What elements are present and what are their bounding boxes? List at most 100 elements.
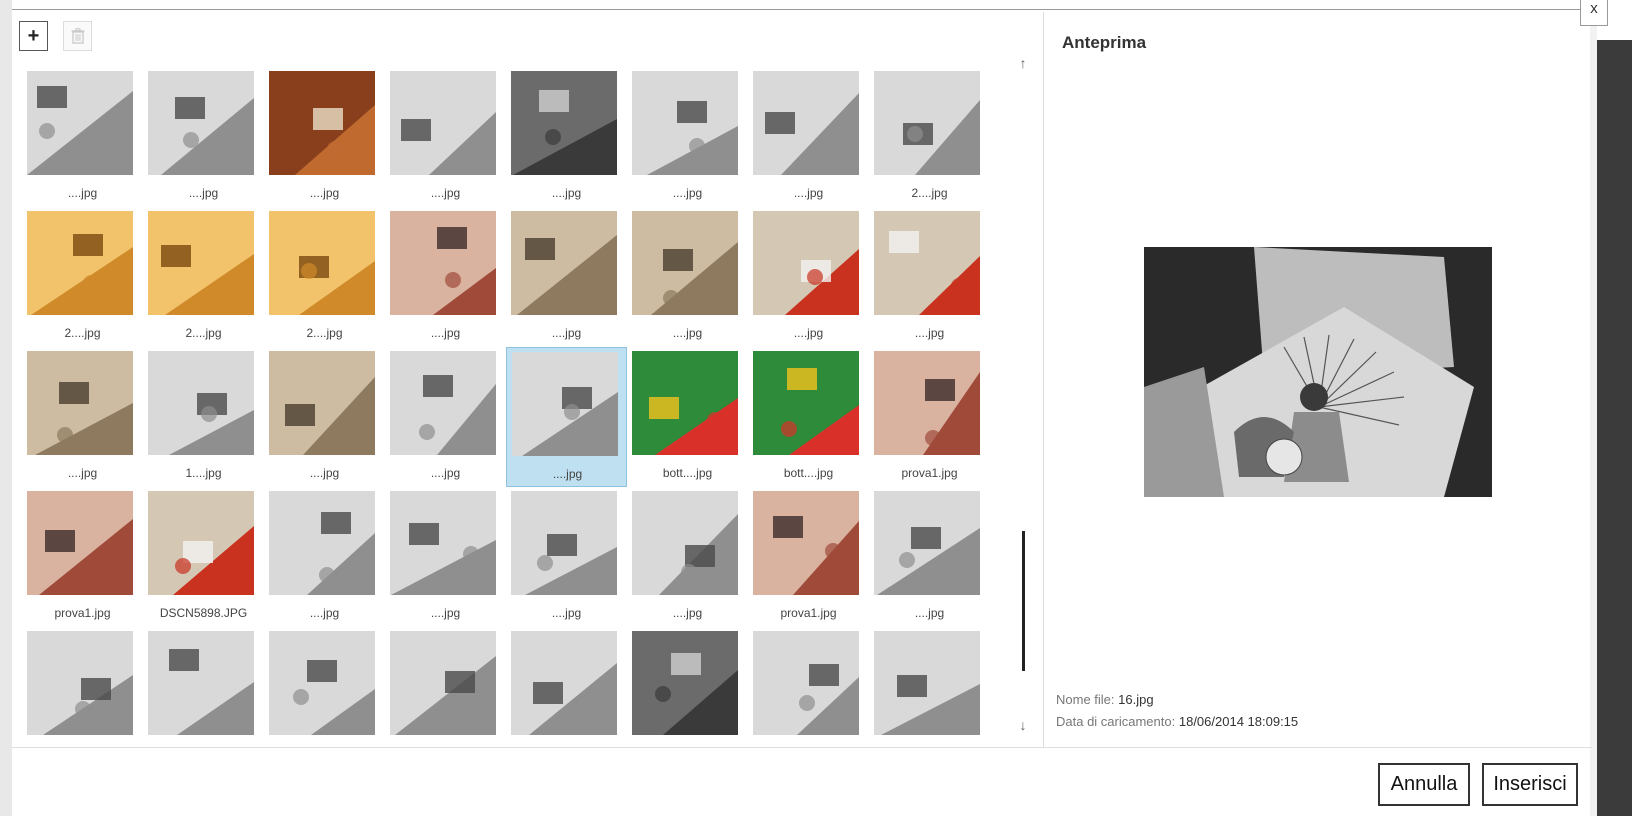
gallery-item[interactable]: ....jpg [385,67,506,207]
image-thumbnail[interactable] [27,491,133,595]
image-thumbnail[interactable] [27,631,133,735]
gallery-item[interactable] [264,627,385,743]
delete-image-button[interactable] [63,21,92,51]
panel-divider [1043,12,1044,747]
gallery-item[interactable]: ....jpg [385,487,506,627]
gallery-item[interactable]: prova1.jpg [748,487,869,627]
image-thumbnail[interactable] [511,211,617,315]
image-thumbnail[interactable] [27,71,133,175]
image-thumbnail[interactable] [390,71,496,175]
gallery-item[interactable] [748,627,869,743]
gallery-item-filename: 2....jpg [911,186,948,200]
window-edge [1590,0,1597,816]
image-thumbnail[interactable] [511,491,617,595]
gallery-item[interactable]: ....jpg [506,487,627,627]
gallery-item[interactable] [627,627,748,743]
gallery-item[interactable]: ....jpg [869,207,990,347]
image-thumbnail[interactable] [511,631,617,735]
image-thumbnail[interactable] [269,631,375,735]
gallery-item[interactable]: ....jpg [22,347,143,487]
gallery-item[interactable]: ....jpg [264,487,385,627]
gallery-item-filename: ....jpg [67,466,98,480]
image-thumbnail[interactable] [269,211,375,315]
gallery-item[interactable]: 2....jpg [869,67,990,207]
gallery-item-filename: ....jpg [67,186,98,200]
image-thumbnail[interactable] [632,71,738,175]
image-thumbnail[interactable] [753,631,859,735]
image-thumbnail[interactable] [148,351,254,455]
image-thumbnail[interactable] [269,71,375,175]
gallery-item[interactable]: ....jpg [869,487,990,627]
gallery-item[interactable] [22,627,143,743]
image-thumbnail[interactable] [753,491,859,595]
gallery-item[interactable]: ....jpg [143,67,264,207]
image-thumbnail[interactable] [874,631,980,735]
gallery-item[interactable]: 2....jpg [22,207,143,347]
image-thumbnail[interactable] [632,351,738,455]
image-thumbnail[interactable] [148,631,254,735]
gallery-item-filename: prova1.jpg [780,606,837,620]
gallery-item[interactable]: ....jpg [22,67,143,207]
image-thumbnail[interactable] [511,71,617,175]
image-thumbnail[interactable] [390,211,496,315]
gallery-item[interactable]: ....jpg [385,347,506,487]
image-thumbnail[interactable] [27,351,133,455]
gallery-item[interactable]: ....jpg [748,67,869,207]
scroll-down-arrow[interactable]: ↓ [1015,717,1031,733]
gallery-item[interactable]: ....jpg [506,67,627,207]
image-thumbnail[interactable] [269,351,375,455]
close-button[interactable]: x [1580,0,1608,26]
gallery-item[interactable] [143,627,264,743]
gallery-item[interactable]: ....jpg [748,207,869,347]
gallery-item-filename: ....jpg [309,186,340,200]
image-thumbnail[interactable] [390,631,496,735]
gallery-item[interactable]: 2....jpg [264,207,385,347]
insert-button[interactable]: Inserisci [1482,763,1578,806]
cancel-button[interactable]: Annulla [1378,763,1470,806]
gallery-item-filename: ....jpg [430,186,461,200]
gallery-item[interactable]: ....jpg [385,207,506,347]
image-thumbnail[interactable] [874,351,980,455]
gallery-item[interactable]: ....jpg [627,207,748,347]
image-thumbnail[interactable] [512,352,618,456]
image-thumbnail[interactable] [269,491,375,595]
image-thumbnail[interactable] [632,491,738,595]
image-thumbnail[interactable] [874,71,980,175]
gallery-item[interactable]: ....jpg [627,67,748,207]
image-thumbnail[interactable] [148,211,254,315]
image-thumbnail[interactable] [148,71,254,175]
gallery-item[interactable]: ....jpg [627,487,748,627]
image-thumbnail[interactable] [390,491,496,595]
image-thumbnail[interactable] [753,71,859,175]
image-thumbnail[interactable] [632,211,738,315]
image-thumbnail[interactable] [148,491,254,595]
gallery-item[interactable]: DSCN5898.JPG [143,487,264,627]
image-thumbnail[interactable] [874,491,980,595]
gallery-item[interactable]: prova1.jpg [869,347,990,487]
gallery-item[interactable]: ....jpg [264,347,385,487]
gallery-item-filename: ....jpg [309,606,340,620]
gallery-item[interactable] [506,627,627,743]
image-thumbnail[interactable] [753,351,859,455]
gallery-item[interactable]: 1....jpg [143,347,264,487]
gallery-item[interactable]: bott....jpg [748,347,869,487]
preview-image [1144,247,1492,497]
scrollbar-thumb[interactable] [1022,531,1025,671]
image-thumbnail[interactable] [874,211,980,315]
image-thumbnail[interactable] [27,211,133,315]
gallery-item[interactable]: ....jpg [506,347,627,487]
gallery-scrollbar[interactable]: ↑ ↓ [1015,55,1031,745]
gallery-item[interactable]: 2....jpg [143,207,264,347]
gallery-item[interactable]: prova1.jpg [22,487,143,627]
trash-icon [71,28,84,44]
gallery-item[interactable] [385,627,506,743]
image-thumbnail[interactable] [632,631,738,735]
gallery-item[interactable]: ....jpg [264,67,385,207]
gallery-item[interactable] [869,627,990,743]
gallery-item[interactable]: ....jpg [506,207,627,347]
image-thumbnail[interactable] [753,211,859,315]
image-thumbnail[interactable] [390,351,496,455]
add-image-button[interactable]: + [19,21,48,51]
gallery-item[interactable]: bott....jpg [627,347,748,487]
scroll-up-arrow[interactable]: ↑ [1015,55,1031,71]
